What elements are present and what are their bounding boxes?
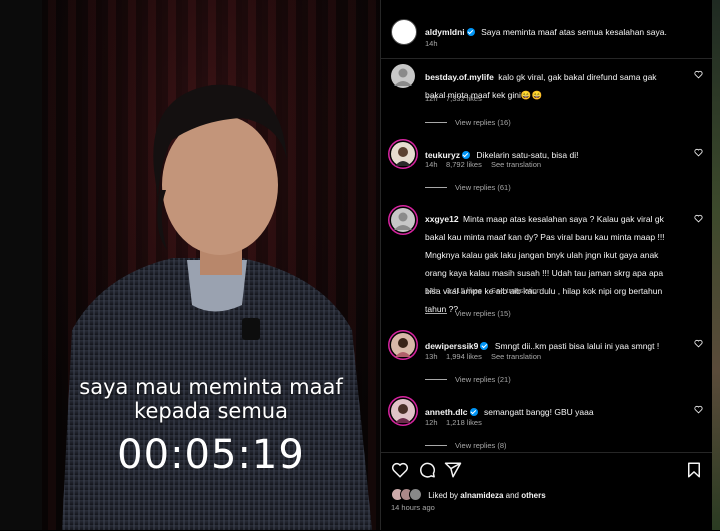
commenter-avatar[interactable] <box>391 208 415 232</box>
comment-likes[interactable]: 7,332 likes <box>446 94 482 103</box>
comment-likes[interactable]: 3,415 likes <box>446 286 482 295</box>
view-replies-link[interactable]: View replies (16) <box>425 118 511 127</box>
verified-badge-icon <box>469 408 478 416</box>
backdrop-right <box>712 0 720 530</box>
see-translation-link[interactable]: See translation <box>491 286 541 295</box>
commenter-avatar[interactable] <box>391 142 415 166</box>
video-timer: 00:05:19 <box>117 432 305 478</box>
post-caption-header: aldymldni Saya meminta maaf atas semua k… <box>381 0 713 59</box>
comment-time: 13h <box>425 352 438 361</box>
comment-username[interactable]: bestday.of.mylife <box>425 72 494 82</box>
comment-item: teukuryz Dikelarin satu-satu, bisa di! 1… <box>381 140 713 200</box>
see-translation-link[interactable]: See translation <box>491 160 541 169</box>
liked-by-prefix: Liked by <box>428 491 459 500</box>
liked-by-summary[interactable]: Liked by alnamideza and others <box>391 488 546 501</box>
post-video[interactable]: saya mau meminta maaf kepada semua 00:05… <box>42 0 380 530</box>
heart-icon[interactable] <box>694 405 703 414</box>
comment-likes[interactable]: 1,218 likes <box>446 418 482 427</box>
heart-icon[interactable] <box>694 148 703 157</box>
comment-text: Dikelarin satu-satu, bisa di! <box>476 150 579 160</box>
bookmark-icon[interactable] <box>685 461 703 479</box>
comment-username[interactable]: xxgye12 <box>425 214 459 224</box>
owner-caption-text: Saya meminta maaf atas semua kesalahan s… <box>481 27 667 37</box>
comment-likes[interactable]: 8,792 likes <box>446 160 482 169</box>
comment-text: Smngt dii..km pasti bisa lalui ini yaa s… <box>494 341 660 351</box>
view-replies-link[interactable]: View replies (8) <box>425 441 507 450</box>
liked-by-and: and <box>505 491 519 500</box>
comment-item: dewiperssik9 Smngt dii..km pasti bisa la… <box>381 331 713 391</box>
heart-icon[interactable] <box>694 214 703 223</box>
comment-username[interactable]: teukuryz <box>425 150 460 160</box>
video-caption-line2: kepada semua <box>134 399 288 423</box>
view-replies-link[interactable]: View replies (61) <box>425 183 511 192</box>
comment-time: 14h <box>425 160 438 169</box>
share-icon[interactable] <box>444 461 462 479</box>
comment-likes[interactable]: 1,994 likes <box>446 352 482 361</box>
heart-icon[interactable] <box>694 339 703 348</box>
owner-username[interactable]: aldymldni <box>425 27 465 37</box>
comment-item: xxgye12 Minta maap atas kesalahan saya ?… <box>381 206 713 324</box>
view-replies-link[interactable]: View replies (21) <box>425 375 511 384</box>
comment-time: 12h <box>425 418 438 427</box>
liked-by-user[interactable]: alnamideza <box>460 491 503 500</box>
comment-item: anneth.dlc semangatt bangg! GBU yaaa 12h… <box>381 397 713 452</box>
comments-panel: aldymldni Saya meminta maaf atas semua k… <box>380 0 713 530</box>
like-heart-icon[interactable] <box>391 461 409 479</box>
commenter-avatar[interactable] <box>391 399 415 423</box>
owner-caption: aldymldni Saya meminta maaf atas semua k… <box>425 22 695 40</box>
post-time-ago: 14 hours ago <box>391 503 435 512</box>
comment-text: semangatt bangg! GBU yaaa <box>483 407 594 417</box>
verified-badge-icon <box>461 151 470 159</box>
comment-icon[interactable] <box>418 461 436 479</box>
comment-time: 12h <box>425 94 438 103</box>
commenter-avatar[interactable] <box>391 64 415 88</box>
comment-body: xxgye12 Minta maap atas kesalahan saya ?… <box>425 209 675 317</box>
comment-time: 14h <box>425 286 438 295</box>
liked-by-others[interactable]: others <box>521 491 545 500</box>
comment-item: bestday.of.mylife kalo gk viral, gak bak… <box>381 62 713 134</box>
post-actions-bar: Liked by alnamideza and others 14 hours … <box>381 452 713 531</box>
commenter-avatar[interactable] <box>391 333 415 357</box>
comment-text: Minta maap atas kesalahan saya ? Kalau g… <box>425 214 665 314</box>
comment-username[interactable]: dewiperssik9 <box>425 341 478 351</box>
verified-badge-icon <box>466 28 475 36</box>
backdrop-left <box>0 0 42 530</box>
see-translation-link[interactable]: See translation <box>491 352 541 361</box>
verified-badge-icon <box>480 342 489 350</box>
owner-avatar[interactable] <box>391 19 417 45</box>
heart-icon[interactable] <box>694 70 703 79</box>
video-caption-line1: saya mau meminta maaf <box>79 375 343 399</box>
owner-post-time: 14h <box>425 39 438 48</box>
liker-avatar <box>409 488 422 501</box>
comment-username[interactable]: anneth.dlc <box>425 407 468 417</box>
view-replies-link[interactable]: View replies (15) <box>425 309 511 318</box>
